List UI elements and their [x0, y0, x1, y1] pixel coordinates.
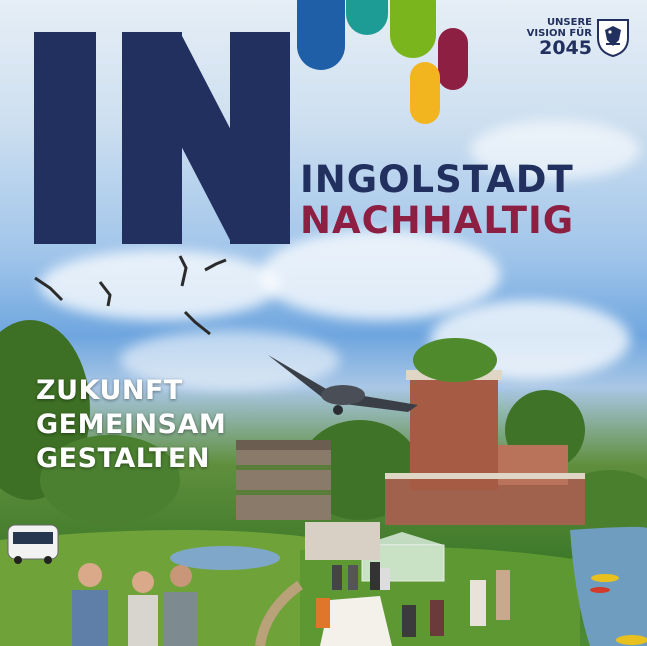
river [570, 526, 647, 646]
logo-bar-red [438, 28, 468, 90]
letter-i [34, 32, 96, 244]
slogan: ZUKUNFT GEMEINSAM GESTALTEN [36, 374, 226, 476]
autonomous-shuttle [7, 524, 59, 564]
apartment-building [236, 440, 331, 520]
vision-year: 2045 [539, 37, 592, 59]
stairs [305, 522, 380, 560]
letter-n-diagonal [122, 32, 290, 244]
stork-icon [204, 258, 227, 272]
vision-badge: UNSERE VISION FÜR 2045 [512, 17, 592, 59]
stork-icon [98, 281, 112, 307]
poster-cover: INGOLSTADT NACHHALTIG UNSERE VISION FÜR … [0, 0, 647, 646]
logo-bar-teal [346, 0, 388, 35]
title-ingolstadt: INGOLSTADT [300, 158, 574, 201]
picnic-table [320, 596, 392, 646]
vision-line1: UNSERE [546, 17, 592, 28]
logo-bar-blue [297, 0, 345, 70]
slogan-line1: ZUKUNFT [36, 375, 183, 406]
ingolstadt-coat-of-arms-icon [597, 19, 629, 58]
big-in-letters [34, 32, 304, 244]
pond [170, 546, 280, 570]
logo-bar-yellow [410, 62, 440, 124]
slogan-line3: GESTALTEN [36, 443, 210, 474]
title-nachhaltig: NACHHALTIG [300, 199, 575, 242]
logo-bar-green [390, 0, 436, 58]
stork-icon [34, 276, 64, 302]
stork-icon [183, 310, 211, 336]
storks-flock [34, 255, 227, 336]
stork-icon [178, 255, 188, 287]
slogan-line2: GEMEINSAM [36, 409, 227, 440]
air-taxi [268, 355, 418, 415]
